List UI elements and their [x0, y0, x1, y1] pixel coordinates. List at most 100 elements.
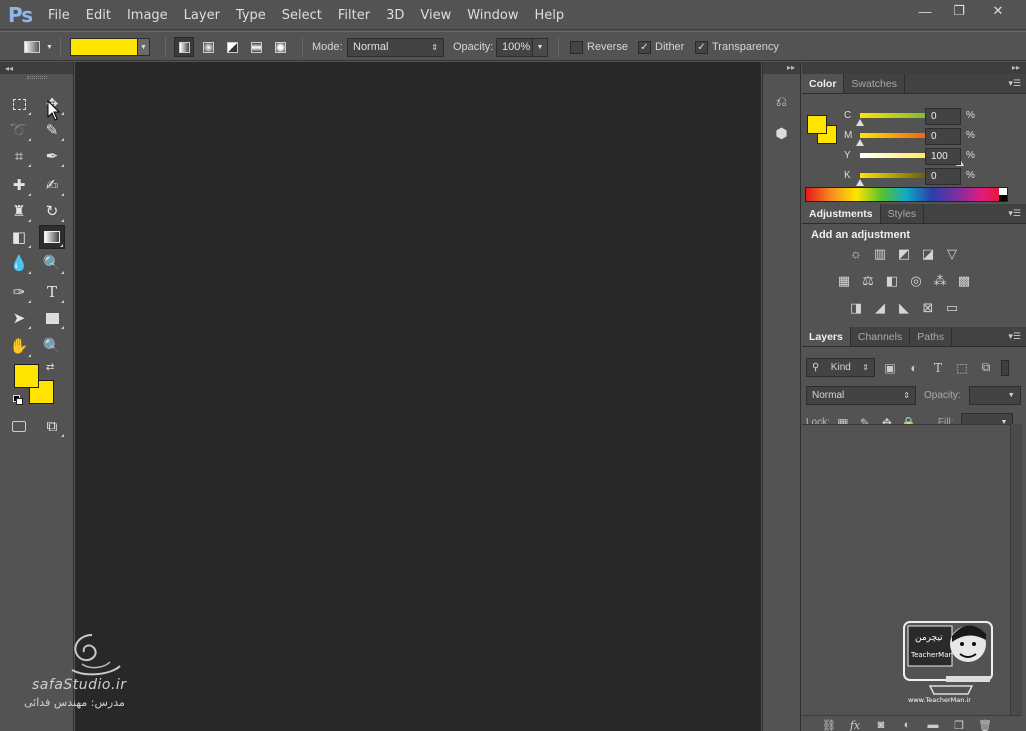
layer-opacity-input[interactable]: ▼ [968, 386, 1021, 405]
lasso-tool[interactable]: ➰ [6, 118, 32, 142]
reverse-option[interactable]: Reverse [570, 32, 628, 62]
panel-menu-icon[interactable]: ▾☰ [1008, 331, 1021, 342]
3d-panel-button[interactable]: ⬢ [768, 120, 796, 146]
gradient-map-icon[interactable]: ▭ [943, 300, 961, 315]
color-spectrum-bar[interactable] [805, 187, 1008, 202]
color-lookup-icon[interactable]: ▩ [955, 273, 973, 288]
menu-window[interactable]: Window [459, 8, 526, 23]
yellow-value-input[interactable]: 100 [925, 148, 961, 165]
trash-icon[interactable]: 🗑 [976, 718, 994, 731]
type-filter-icon[interactable]: T [929, 359, 947, 377]
magenta-value-input[interactable]: 0 [925, 128, 961, 145]
shape-filter-icon[interactable]: ⬚ [953, 359, 971, 377]
invert-icon[interactable]: ◨ [847, 300, 865, 315]
tab-paths[interactable]: Paths [910, 327, 953, 346]
new-adjustment-layer-icon[interactable]: ◐ [898, 718, 916, 731]
black-value-input[interactable]: 0 [925, 168, 961, 185]
eraser-tool[interactable]: ◧ [6, 225, 32, 249]
path-selection-tool[interactable]: ➤ [6, 306, 32, 330]
menu-layer[interactable]: Layer [176, 8, 228, 23]
reverse-checkbox[interactable] [570, 40, 583, 54]
gradient-preview[interactable] [70, 38, 138, 56]
dock-header[interactable]: ▸▸ [763, 62, 800, 74]
color-balance-icon[interactable]: ⚖ [859, 273, 877, 288]
hand-tool[interactable]: ✋ [6, 334, 32, 358]
tools-panel-header[interactable]: ◂◂ [0, 62, 73, 74]
mode-select[interactable]: Normal ⇕ [347, 37, 444, 57]
minimize-button[interactable]: — [908, 0, 942, 22]
eyedropper-tool[interactable]: ✒ [39, 144, 65, 168]
rectangle-tool[interactable] [39, 306, 65, 330]
default-colors-icon[interactable] [13, 395, 23, 405]
menu-type[interactable]: Type [228, 8, 274, 23]
swap-colors-icon[interactable]: ⇄ [46, 362, 54, 373]
tab-color[interactable]: Color [802, 74, 845, 93]
link-layers-icon[interactable]: ⛓ [820, 718, 838, 731]
photo-filter-icon[interactable]: ◎ [907, 273, 925, 288]
quick-mask-button[interactable] [6, 414, 32, 438]
chevron-down-icon[interactable]: ▼ [138, 38, 150, 56]
smart-object-filter-icon[interactable]: ⧉ [977, 359, 995, 377]
tab-styles[interactable]: Styles [881, 204, 925, 223]
layer-style-icon[interactable]: fx [846, 718, 864, 731]
transparency-checkbox[interactable]: ✓ [695, 40, 708, 54]
pen-tool[interactable]: ✑ [6, 280, 32, 304]
spot-healing-brush-tool[interactable]: ✚ [6, 173, 32, 197]
cyan-value-input[interactable]: 0 [925, 108, 961, 125]
crop-tool[interactable]: ⌗ [6, 144, 32, 168]
brightness-contrast-icon[interactable]: ☼ [847, 246, 865, 261]
radial-gradient-button[interactable] [198, 37, 218, 57]
new-layer-icon[interactable]: ❐ [950, 718, 968, 731]
collapse-icon[interactable]: ▸▸ [1012, 63, 1020, 72]
tab-swatches[interactable]: Swatches [844, 74, 905, 93]
dither-option[interactable]: ✓ Dither [638, 32, 684, 62]
menu-filter[interactable]: Filter [330, 8, 378, 23]
reflected-gradient-button[interactable] [246, 37, 266, 57]
document-canvas-area[interactable] [75, 62, 761, 731]
type-tool[interactable]: T [39, 280, 65, 304]
tab-layers[interactable]: Layers [802, 327, 851, 346]
channel-mixer-icon[interactable]: ⁂ [931, 273, 949, 288]
add-mask-icon[interactable]: ◙ [872, 718, 890, 731]
tools-panel-grip[interactable] [0, 76, 73, 84]
foreground-color-swatch[interactable] [14, 364, 39, 388]
history-panel-button[interactable]: ⎌ [768, 88, 796, 114]
layer-filter-select[interactable]: ⚲ Kind ⇕ [806, 358, 875, 377]
menu-view[interactable]: View [412, 8, 459, 23]
clone-stamp-tool[interactable]: ♜ [6, 199, 32, 223]
tool-preset-picker[interactable]: ▼ [24, 32, 53, 62]
menu-3d[interactable]: 3D [378, 8, 412, 23]
panel-menu-icon[interactable]: ▾☰ [1008, 208, 1021, 219]
blur-tool[interactable]: 💧 [6, 251, 32, 275]
menu-image[interactable]: Image [119, 8, 176, 23]
layers-scrollbar[interactable] [1010, 424, 1022, 717]
curves-icon[interactable]: ◩ [895, 246, 913, 261]
panel-menu-icon[interactable]: ▾☰ [1008, 78, 1021, 89]
hue-saturation-icon[interactable]: ▦ [835, 273, 853, 288]
angle-gradient-button[interactable] [222, 37, 242, 57]
diamond-gradient-button[interactable] [270, 37, 290, 57]
filter-toggle[interactable] [1001, 359, 1009, 376]
adjustment-filter-icon[interactable]: ◐ [905, 359, 923, 377]
menu-file[interactable]: File [40, 8, 78, 23]
history-brush-tool[interactable]: ↻ [39, 199, 65, 223]
restore-button[interactable]: ❐ [942, 0, 976, 22]
exposure-icon[interactable]: ◪ [919, 246, 937, 261]
color-fg-swatch[interactable] [807, 115, 827, 134]
tab-channels[interactable]: Channels [851, 327, 911, 346]
new-group-icon[interactable]: ▬ [924, 718, 942, 731]
transparency-option[interactable]: ✓ Transparency [695, 32, 779, 62]
opacity-dropdown[interactable]: ▼ [532, 37, 548, 57]
linear-gradient-button[interactable] [174, 37, 194, 57]
collapse-icon[interactable]: ◂◂ [5, 64, 13, 73]
gradient-picker[interactable]: ▼ [70, 32, 150, 62]
brush-tool[interactable]: ✍ [39, 173, 65, 197]
menu-help[interactable]: Help [527, 8, 573, 23]
levels-icon[interactable]: ▥ [871, 246, 889, 261]
zoom-tool[interactable]: 🔍 [39, 334, 65, 358]
menu-edit[interactable]: Edit [78, 8, 119, 23]
panels-header[interactable]: ▸▸ [802, 62, 1026, 74]
screen-mode-button[interactable]: ⧉ [39, 414, 65, 438]
vibrance-icon[interactable]: ▽ [943, 246, 961, 261]
opacity-input[interactable]: 100% [496, 37, 532, 57]
